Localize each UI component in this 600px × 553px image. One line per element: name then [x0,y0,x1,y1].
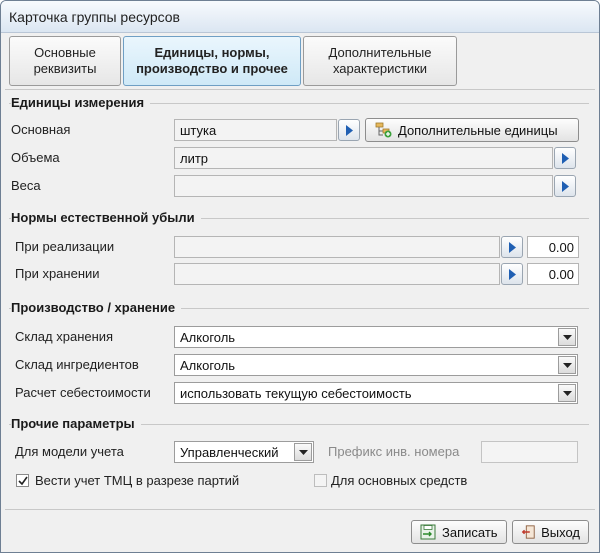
section-title-production: Производство / хранение [11,300,182,315]
ingredient-warehouse-select[interactable]: Алкоголь [174,354,578,376]
fixed-assets-checkbox[interactable] [314,474,327,487]
fixed-assets-label: Для основных средств [331,473,468,488]
window-title: Карточка группы ресурсов [9,9,180,25]
storage-loss-select-button[interactable] [501,263,523,285]
storage-loss-number[interactable]: 0.00 [527,263,579,285]
cost-calc-select[interactable]: использовать текущую себестоимость [174,382,578,404]
basic-unit-label: Основная [11,122,71,137]
sale-loss-number[interactable]: 0.00 [527,236,579,258]
title-bar: Карточка группы ресурсов [1,1,599,33]
section-title-other: Прочие параметры [11,416,141,431]
chevron-down-icon [563,363,572,368]
dropdown-button[interactable] [558,328,576,346]
inventory-prefix-label: Префикс инв. номера [328,444,460,459]
arrow-right-icon [562,181,569,192]
batch-accounting-label: Вести учет ТМЦ в разрезе партий [35,473,240,488]
exit-icon [521,525,535,539]
ingredient-warehouse-value: Алкоголь [180,358,236,373]
cost-calc-label: Расчет себестоимости [15,385,151,400]
arrow-right-icon [509,242,516,253]
chevron-down-icon [299,450,308,455]
tab-basic-details[interactable]: Основные реквизиты [9,36,121,86]
storage-loss-field[interactable] [174,263,500,285]
dialog-window: Карточка группы ресурсов Основные реквиз… [0,0,600,553]
storage-loss-label: При хранении [15,266,100,281]
sale-loss-label: При реализации [15,239,115,254]
batch-accounting-checkbox[interactable] [16,474,29,487]
volume-unit-field[interactable]: литр [174,147,553,169]
tree-add-icon [375,122,392,138]
dropdown-button[interactable] [558,384,576,402]
inventory-prefix-field[interactable] [481,441,578,463]
storage-warehouse-label: Склад хранения [15,329,114,344]
section-title-losses: Нормы естественной убыли [11,210,201,225]
sale-loss-field[interactable] [174,236,500,258]
save-button[interactable]: Записать [411,520,507,544]
storage-warehouse-select[interactable]: Алкоголь [174,326,578,348]
checkmark-icon [18,476,28,486]
divider [5,509,595,510]
section-title-units: Единицы измерения [11,95,151,110]
section-production: Производство / хранение [9,300,589,316]
additional-units-label: Дополнительные единицы [398,122,558,138]
ingredient-warehouse-label: Склад ингредиентов [15,357,139,372]
tab-strip: Основные реквизиты Единицы, нормы, произ… [1,33,599,89]
section-units: Единицы измерения [9,95,589,111]
arrow-right-icon [562,153,569,164]
tab-additional-characteristics[interactable]: Дополнительные характеристики [303,36,457,86]
volume-unit-label: Объема [11,150,60,165]
exit-button[interactable]: Выход [512,520,589,544]
chevron-down-icon [563,335,572,340]
tab-units-norms[interactable]: Единицы, нормы, производство и прочее [123,36,301,86]
save-label: Записать [442,524,498,540]
weight-unit-select-button[interactable] [554,175,576,197]
storage-warehouse-value: Алкоголь [180,330,236,345]
divider [5,89,595,90]
sale-loss-select-button[interactable] [501,236,523,258]
basic-unit-field[interactable]: штука [174,119,337,141]
save-icon [420,524,436,540]
exit-label: Выход [541,524,580,540]
weight-unit-label: Веса [11,178,41,193]
chevron-down-icon [563,391,572,396]
volume-unit-select-button[interactable] [554,147,576,169]
accounting-model-value: Управленческий [180,445,279,460]
section-other: Прочие параметры [9,416,589,432]
dropdown-button[interactable] [294,443,312,461]
cost-calc-value: использовать текущую себестоимость [180,386,412,401]
accounting-model-select[interactable]: Управленческий [174,441,314,463]
arrow-right-icon [346,125,353,136]
dropdown-button[interactable] [558,356,576,374]
section-losses: Нормы естественной убыли [9,210,589,226]
arrow-right-icon [509,269,516,280]
accounting-model-label: Для модели учета [15,444,124,459]
additional-units-button[interactable]: Дополнительные единицы [365,118,579,142]
weight-unit-field[interactable] [174,175,553,197]
basic-unit-select-button[interactable] [338,119,360,141]
